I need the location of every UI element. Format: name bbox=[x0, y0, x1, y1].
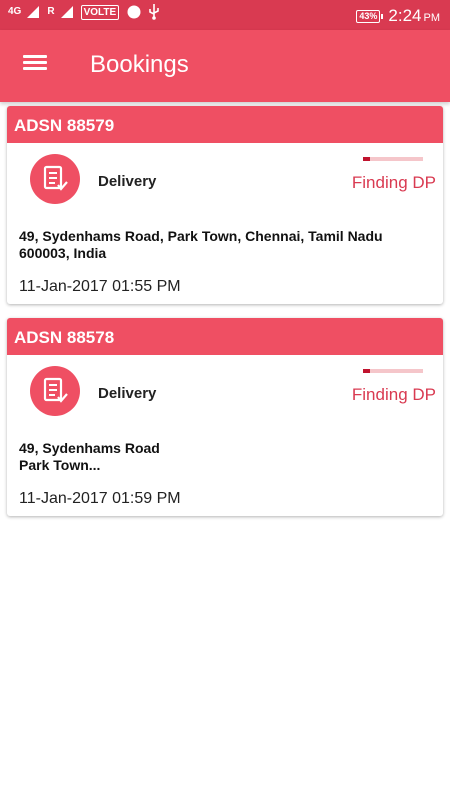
status-bar-right: 43% 2:24 PM bbox=[356, 6, 440, 26]
usb-icon bbox=[149, 4, 159, 20]
app-notification-icon bbox=[127, 5, 141, 19]
booking-progress-fill bbox=[363, 369, 371, 373]
network-roaming-label: R bbox=[47, 6, 55, 17]
clock-ampm: PM bbox=[423, 12, 441, 24]
clock: 2:24 PM bbox=[388, 6, 440, 26]
battery-icon: 43% bbox=[356, 9, 384, 23]
booking-id: ADSN 88579 bbox=[7, 106, 443, 143]
address-line-2: 600003, India bbox=[19, 245, 107, 261]
booking-type: Delivery bbox=[98, 385, 157, 402]
booking-status: Finding DP bbox=[351, 385, 436, 404]
booking-progress-bar bbox=[363, 369, 423, 373]
booking-card[interactable]: ADSN 88579 Delivery Finding DP 49, Syden… bbox=[7, 106, 443, 304]
address-line-1: 49, Sydenhams Road, Park Town, Chennai, … bbox=[19, 228, 383, 244]
booking-address: 49, Sydenhams Road Park Town... bbox=[19, 440, 429, 474]
delivery-document-icon bbox=[30, 154, 80, 204]
signal-icon-2 bbox=[60, 6, 73, 18]
booking-progress-fill bbox=[363, 157, 371, 161]
address-line-2: Park Town... bbox=[19, 457, 101, 473]
booking-datetime: 11-Jan-2017 01:59 PM bbox=[19, 490, 181, 507]
clock-time: 2:24 bbox=[388, 6, 422, 25]
address-line-1: 49, Sydenhams Road bbox=[19, 440, 160, 456]
booking-status: Finding DP bbox=[351, 173, 436, 192]
volte-badge: VOLTE bbox=[80, 4, 120, 20]
booking-id: ADSN 88578 bbox=[7, 318, 443, 355]
page-title: Bookings bbox=[90, 51, 189, 78]
status-bar-indicators: 4G R VOLTE bbox=[8, 4, 159, 20]
network-4g-label: 4G bbox=[8, 6, 22, 17]
delivery-document-icon bbox=[30, 366, 80, 416]
status-bar: 4G R VOLTE 43% 2:24 PM bbox=[0, 0, 450, 30]
booking-type: Delivery bbox=[98, 173, 157, 190]
booking-datetime: 11-Jan-2017 01:55 PM bbox=[19, 278, 181, 295]
signal-icon bbox=[27, 6, 40, 18]
menu-icon[interactable] bbox=[18, 52, 52, 80]
booking-progress-bar bbox=[363, 157, 423, 161]
booking-card[interactable]: ADSN 88578 Delivery Finding DP 49, Syden… bbox=[7, 318, 443, 516]
booking-address: 49, Sydenhams Road, Park Town, Chennai, … bbox=[19, 228, 429, 262]
app-bar: Bookings bbox=[0, 30, 450, 102]
